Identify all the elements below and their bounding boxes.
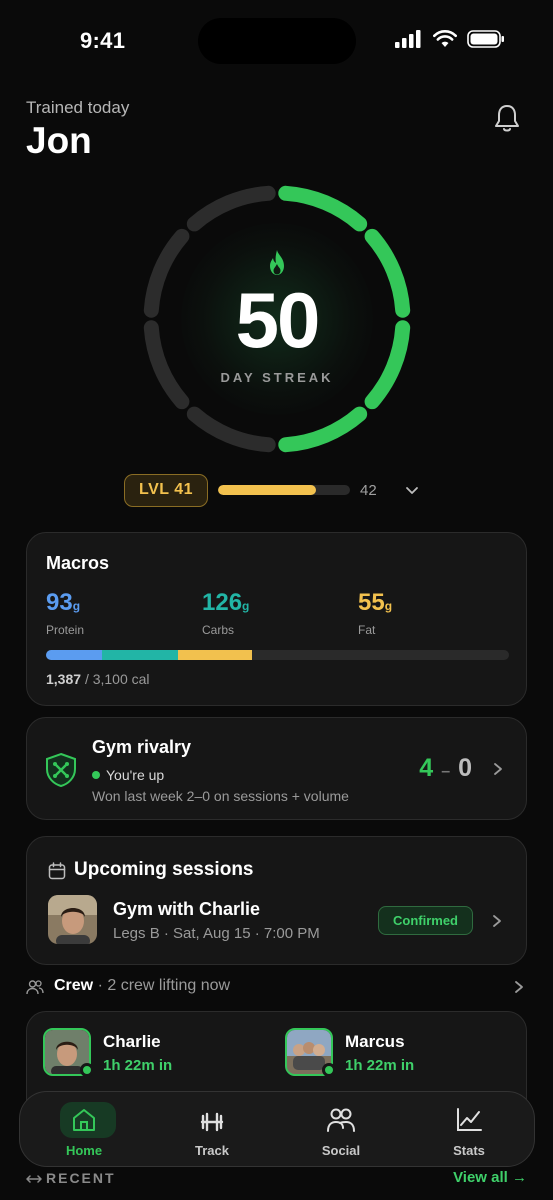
macro-bar-carbs <box>101 650 178 660</box>
tab-label: Track <box>195 1143 229 1158</box>
member-name: Charlie <box>103 1032 161 1051</box>
dynamic-island <box>198 18 356 64</box>
streak-label: DAY STREAK <box>220 370 334 385</box>
score-theirs: 0 <box>458 754 472 782</box>
ring-segment-filled <box>278 406 368 453</box>
tab-label: Home <box>65 1143 103 1158</box>
avatar <box>48 895 97 944</box>
ring-segment-empty <box>186 185 276 232</box>
session-detail: Legs B · Sat, Aug 15 · 7:00 PM <box>113 925 320 942</box>
bell-icon[interactable] <box>493 103 521 133</box>
people-icon <box>327 1108 355 1132</box>
score-separator: – <box>441 763 451 780</box>
macro-fat: 55g Fat <box>358 589 392 637</box>
upcoming-sessions-card[interactable]: Upcoming sessions Gym with Charlie Legs … <box>26 836 527 965</box>
wifi-icon <box>433 30 457 47</box>
online-indicator <box>80 1063 94 1077</box>
macro-carbs: 126g Carbs <box>202 589 249 637</box>
ring-segment-empty <box>186 406 276 453</box>
chevron-right-icon[interactable] <box>490 913 504 929</box>
tab-stats[interactable]: Stats <box>409 1092 529 1168</box>
calories-current: 1,387 <box>46 671 82 687</box>
streak-count: 50 <box>235 276 321 364</box>
crew-summary: · 2 crew lifting now <box>97 977 231 994</box>
arrows-icon <box>26 1175 42 1183</box>
next-level: 42 <box>360 482 377 499</box>
crew-header[interactable]: Crew · 2 crew lifting now <box>26 974 527 1000</box>
tab-home[interactable]: Home <box>24 1092 144 1168</box>
calendar-icon <box>48 862 66 880</box>
macro-unit: g <box>384 599 393 613</box>
chevron-right-icon[interactable] <box>512 979 526 995</box>
chevron-right-icon[interactable] <box>491 761 505 777</box>
sessions-title: Upcoming sessions <box>74 859 254 880</box>
greeting-text: Trained today <box>26 98 130 117</box>
macro-unit: g <box>242 599 250 613</box>
signal-icon <box>395 30 421 48</box>
macro-value: 126 <box>202 589 243 616</box>
tab-social[interactable]: Social <box>281 1092 401 1168</box>
macro-value: 55 <box>358 589 385 616</box>
macro-protein: 93g Protein <box>46 589 84 637</box>
recent-header: RECENT View all → <box>26 1168 527 1190</box>
home-icon <box>73 1109 95 1131</box>
tab-bar: Home Track Social Stats <box>19 1091 535 1167</box>
macro-bar-protein <box>46 650 102 660</box>
macro-bar-fat <box>177 650 253 660</box>
status-bar: 9:41 <box>0 0 553 80</box>
people-icon <box>26 980 44 995</box>
gym-rivalry-card[interactable]: Gym rivalry You're up Won last week 2–0 … <box>26 717 527 820</box>
streak-ring: 50 DAY STREAK <box>141 183 413 455</box>
rivalry-subtitle: Won last week 2–0 on sessions + volume <box>92 788 349 804</box>
tab-label: Stats <box>453 1143 485 1158</box>
calorie-summary: 1,387 / 3,100 cal <box>46 671 150 687</box>
battery-icon <box>467 30 504 48</box>
crew-title: Crew <box>54 977 94 994</box>
crew-label: Crew · 2 crew lifting now <box>54 977 230 995</box>
macro-name: Protein <box>46 623 85 637</box>
user-name: Jon <box>26 120 92 161</box>
session-name: Gym with Charlie <box>113 899 261 919</box>
confirmed-badge: Confirmed <box>378 906 473 935</box>
recent-label: RECENT <box>46 1170 116 1186</box>
chart-icon <box>457 1108 482 1131</box>
member-time: 1h 22m in <box>103 1057 173 1074</box>
member-time: 1h 22m in <box>345 1057 415 1074</box>
status-icons <box>395 30 505 48</box>
status-dot <box>92 771 100 779</box>
dumbbell-icon <box>200 1112 224 1132</box>
score-mine: 4 <box>419 754 434 782</box>
status-time: 9:41 <box>80 28 126 53</box>
level-progress-fill <box>218 485 316 495</box>
online-indicator <box>322 1063 336 1077</box>
macro-progress-bar <box>46 650 509 660</box>
rivalry-status-text: You're up <box>106 767 165 783</box>
tab-label: Social <box>321 1143 361 1158</box>
member-name: Marcus <box>345 1032 405 1051</box>
level-badge[interactable]: LVL 41 <box>124 474 208 507</box>
rivalry-title: Gym rivalry <box>92 737 192 757</box>
macro-value: 93 <box>46 589 73 616</box>
flame-icon <box>270 250 284 275</box>
chevron-down-icon[interactable] <box>404 482 420 498</box>
macros-title: Macros <box>46 553 110 573</box>
macros-card[interactable]: Macros 93g Protein 126g Carbs 55g Fat 1,… <box>26 532 527 706</box>
avatar-charlie <box>48 895 97 944</box>
calories-goal: / 3,100 cal <box>84 671 150 687</box>
tab-track[interactable]: Track <box>152 1092 272 1168</box>
macro-name: Carbs <box>202 623 235 637</box>
macro-name: Fat <box>358 623 376 637</box>
rivalry-score: 4 – 0 <box>419 754 472 783</box>
level-progress-bar <box>218 485 350 495</box>
rivalry-status: You're up <box>92 767 164 783</box>
shield-icon <box>46 752 76 788</box>
macro-unit: g <box>72 599 81 613</box>
view-all-link[interactable]: View all → <box>453 1169 527 1186</box>
ring-segment-filled <box>278 185 368 232</box>
